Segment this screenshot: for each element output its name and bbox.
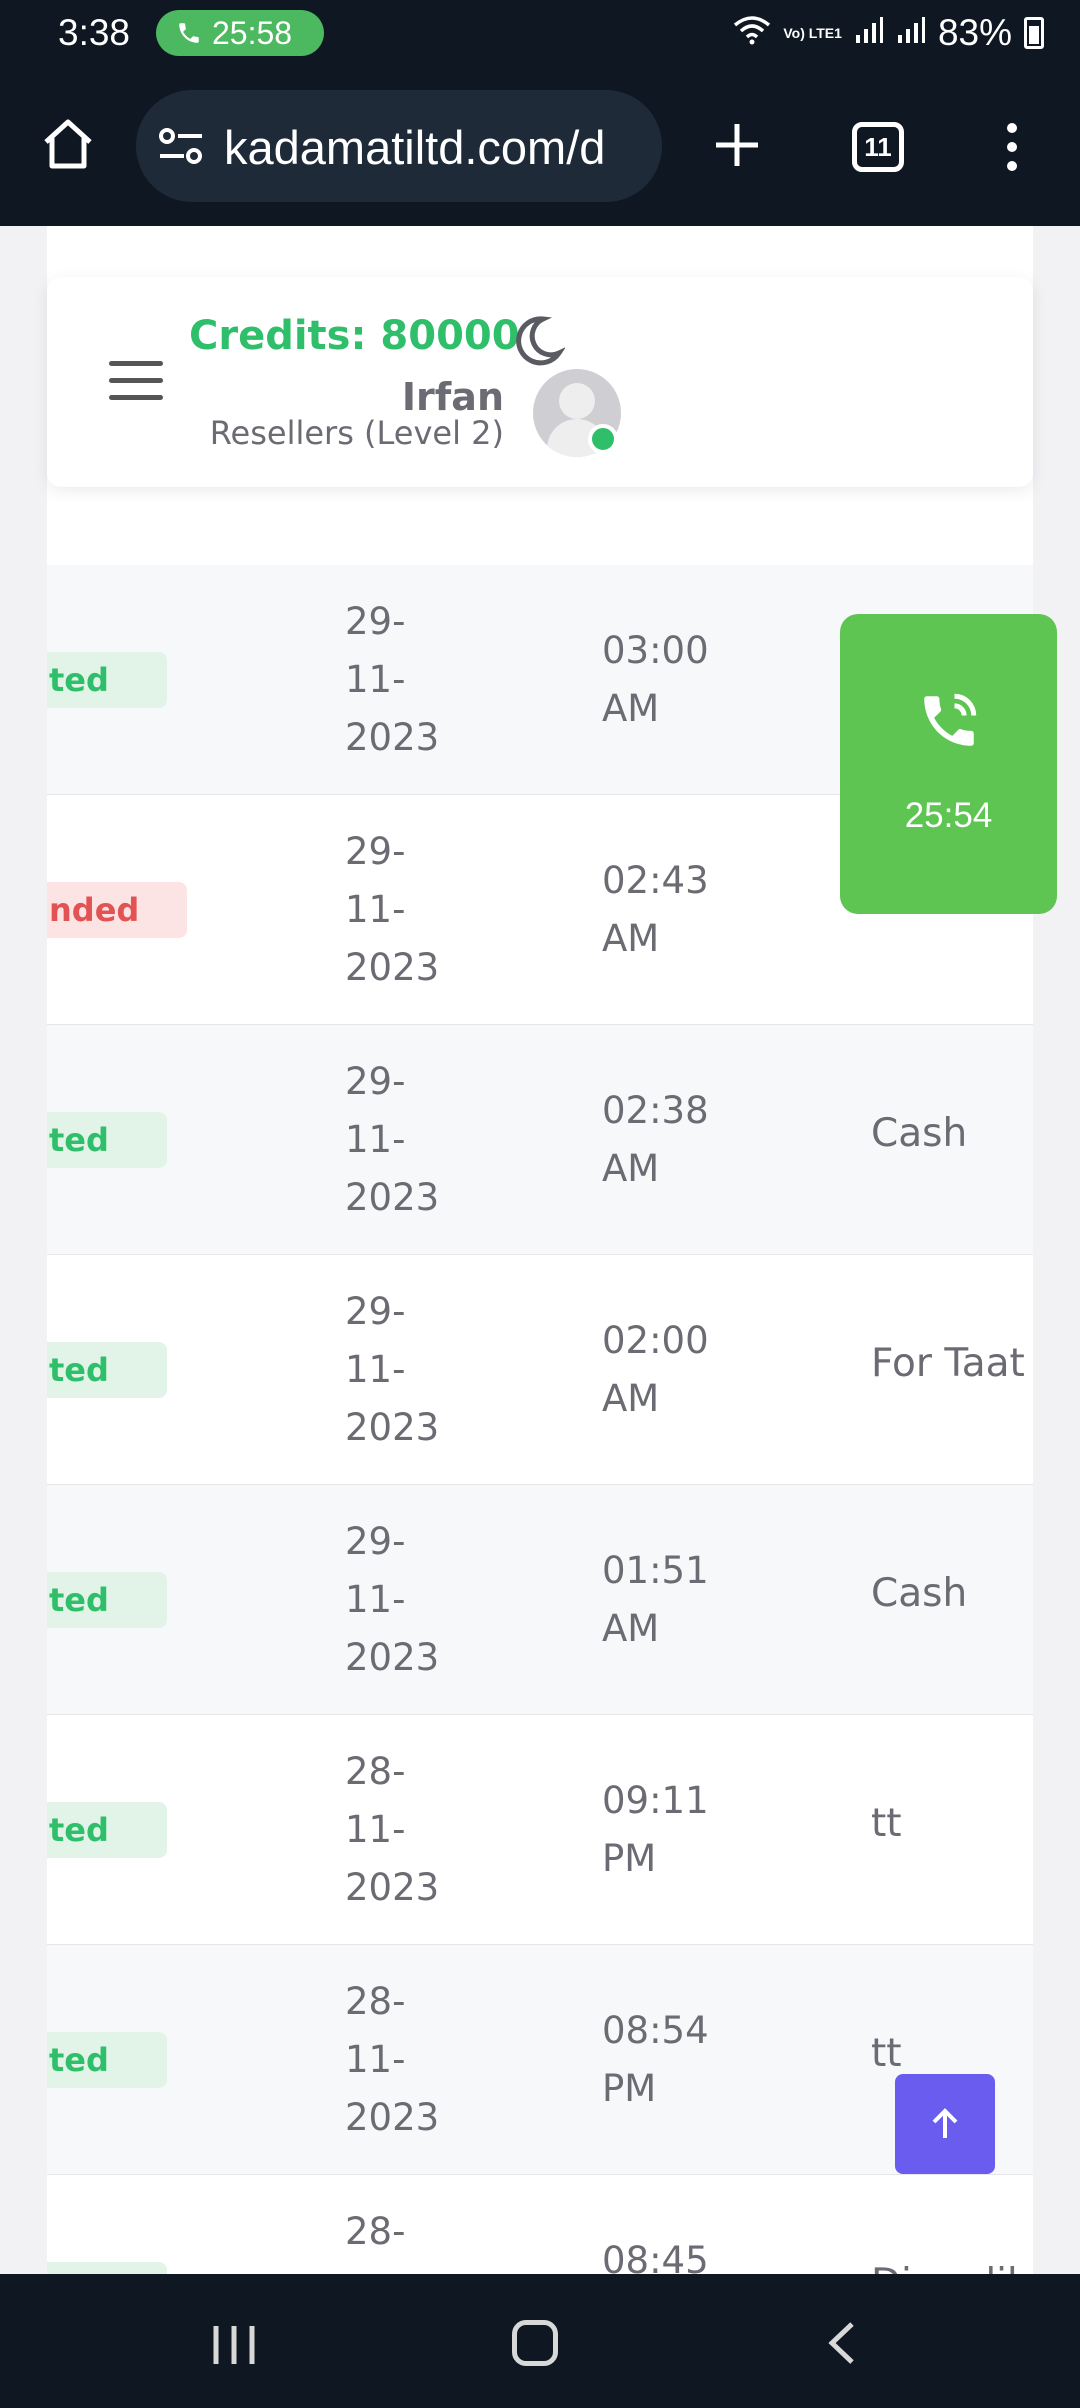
recent-apps-icon[interactable]: [210, 2322, 260, 2372]
call-timer: 25:58: [212, 14, 293, 51]
status-badge: ted: [47, 2262, 167, 2274]
browser-toolbar: kadamatiltd.com/d 11: [0, 68, 1080, 226]
note-cell: Cash: [871, 1571, 968, 1616]
status-icons: Vo) LTE1 83%: [733, 12, 1044, 54]
call-widget-timer: 25:54: [904, 796, 993, 835]
phone-icon: [176, 20, 202, 46]
user-role: Resellers (Level 2): [209, 414, 504, 452]
time-cell: 01:51 AM: [602, 1549, 709, 1650]
status-bar: 3:38 25:58 Vo) LTE1 83%: [0, 0, 1080, 68]
phone-icon: [916, 688, 982, 758]
status-badge: ted: [47, 2032, 167, 2088]
ongoing-call-chip[interactable]: 25:58: [156, 10, 324, 56]
network-type: Vo) LTE1: [783, 25, 842, 41]
date-cell: 28- 11- 2023: [345, 1980, 440, 2139]
transactions-table: ted 29- 11- 2023 03:00 AM test nded 29- …: [47, 226, 1033, 2274]
signal-icon-2: [896, 12, 926, 54]
home-button[interactable]: [512, 2320, 558, 2366]
status-badge: ted: [47, 652, 167, 708]
date-cell: 29- 11- 2023: [345, 600, 440, 759]
tune-icon[interactable]: [158, 126, 204, 170]
time-cell: 08:54 PM: [602, 2009, 709, 2110]
note-cell: tt: [871, 1801, 902, 1846]
more-vert-icon[interactable]: [1000, 122, 1024, 176]
back-icon[interactable]: [824, 2320, 858, 2370]
battery-icon: [1024, 17, 1044, 49]
signal-icon: [854, 12, 884, 54]
status-badge: nded: [47, 882, 187, 938]
status-badge: ted: [47, 1112, 167, 1168]
date-cell: 29- 11- 2023: [345, 1520, 440, 1679]
time-cell: 03:00 AM: [602, 629, 709, 730]
note-cell: For Taat: [871, 1341, 1025, 1386]
credits-balance: Credits: 80000: [189, 313, 520, 359]
note-cell: Cash: [871, 1111, 968, 1156]
tab-switcher-button[interactable]: 11: [852, 122, 904, 172]
date-cell: 28- 11- 2023: [345, 2210, 406, 2274]
address-bar[interactable]: kadamatiltd.com/d: [136, 90, 662, 202]
time-cell: 02:38 AM: [602, 1089, 709, 1190]
date-cell: 29- 11- 2023: [345, 1060, 440, 1219]
time-cell: 02:00 AM: [602, 1319, 709, 1420]
table-row[interactable]: ted 29- 11- 2023 02:00 AM For Taat: [47, 1255, 1033, 1485]
note-cell: Diye dila: [871, 2261, 1033, 2274]
url-text: kadamatiltd.com/d: [224, 121, 606, 174]
wifi-icon: [733, 12, 771, 54]
status-badge: ted: [47, 1342, 167, 1398]
battery-level: 83%: [937, 12, 1012, 53]
note-cell: tt: [871, 2031, 902, 2076]
time-cell: 08:45 PM: [602, 2239, 709, 2274]
table-row[interactable]: ted 29- 11- 2023 02:38 AM Cash: [47, 1025, 1033, 1255]
user-name: Irfan: [401, 375, 504, 419]
online-status-dot: [588, 424, 618, 454]
moon-icon[interactable]: [509, 313, 567, 373]
call-floating-widget[interactable]: 25:54: [840, 614, 1057, 914]
table-row[interactable]: ted 28- 11- 2023 08:45 PM Diye dila: [47, 2175, 1033, 2274]
date-cell: 28- 11- 2023: [345, 1750, 440, 1909]
status-badge: ted: [47, 1572, 167, 1628]
status-badge: ted: [47, 1802, 167, 1858]
table-row[interactable]: ted 29- 11- 2023 01:51 AM Cash: [47, 1485, 1033, 1715]
date-cell: 29- 11- 2023: [345, 830, 440, 989]
date-cell: 29- 11- 2023: [345, 1290, 440, 1449]
top-header: Credits: 80000 Irfan Resellers (Level 2): [47, 277, 1033, 487]
system-navigation-bar: [0, 2274, 1080, 2408]
home-icon[interactable]: [38, 114, 98, 174]
clock: 3:38: [58, 12, 131, 53]
time-cell: 02:43 AM: [602, 859, 709, 960]
page-content[interactable]: ted 29- 11- 2023 03:00 AM test nded 29- …: [0, 226, 1080, 2274]
menu-icon[interactable]: [109, 361, 163, 412]
table-row[interactable]: ted 28- 11- 2023 08:54 PM tt: [47, 1945, 1033, 2175]
arrow-up-icon[interactable]: [895, 2074, 995, 2174]
time-cell: 09:11 PM: [602, 1779, 709, 1880]
plus-icon[interactable]: [712, 120, 762, 174]
table-row[interactable]: ted 28- 11- 2023 09:11 PM tt: [47, 1715, 1033, 1945]
